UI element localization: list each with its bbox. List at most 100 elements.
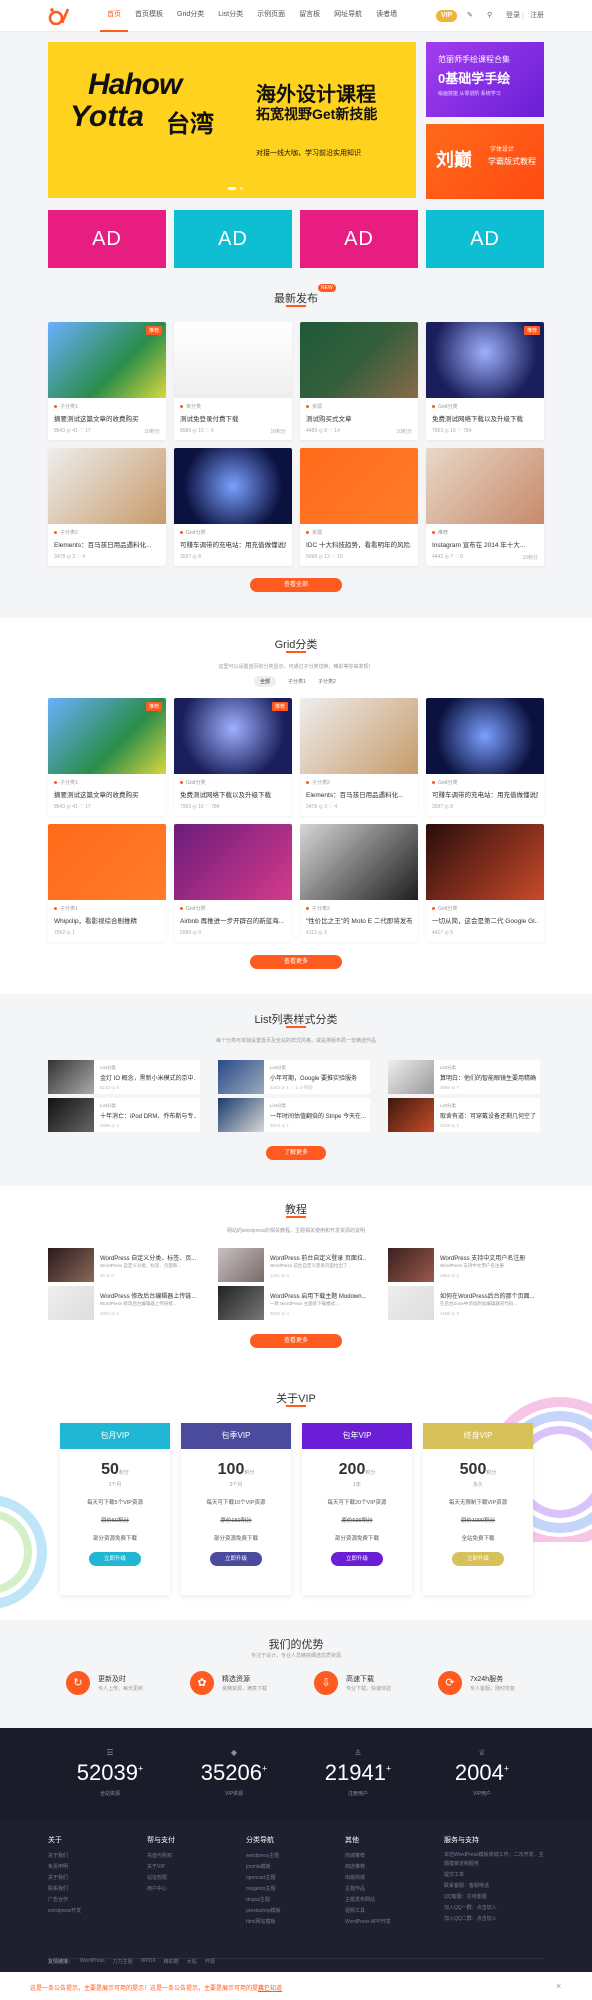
card-category[interactable]: 资源 — [306, 529, 322, 536]
list-thumbnail[interactable] — [218, 1060, 264, 1094]
card-category[interactable]: Grid分类 — [180, 905, 205, 912]
ad-slot-1[interactable]: AD — [48, 210, 166, 268]
footer-link[interactable]: 站址权限 — [147, 1873, 237, 1884]
card-title[interactable]: 一切从简，这会是第二代 Google Gl... — [432, 915, 538, 925]
tutorial-item[interactable]: WordPress 支持中文用户名注册 WordPress 支持中文用户名注册 29… — [388, 1248, 540, 1282]
card-category[interactable]: 子分类1 — [54, 779, 78, 786]
footer-link[interactable]: 关于我们 — [48, 1873, 138, 1884]
card-title[interactable]: 测试购买式文章 — [306, 413, 412, 423]
tutorial-more-button[interactable]: 查看更多 — [250, 1334, 342, 1348]
grid-card[interactable]: Grid分类 一切从简，这会是第二代 Google Gl... 4417 ◎ 5 — [426, 824, 544, 942]
footer-link[interactable]: 视频工具 — [345, 1906, 435, 1917]
card-thumbnail[interactable]: 推荐 — [48, 322, 166, 398]
card-thumbnail[interactable] — [426, 448, 544, 524]
footer-link[interactable]: opencart主题 — [246, 1873, 336, 1884]
footer-link[interactable]: 加入QQ二群：点击加入 — [444, 1915, 544, 1924]
list-title[interactable]: 取舍有道：可穿戴设备还剩几何空了... — [440, 1111, 536, 1120]
latest-card[interactable]: 未分类 测试免登录付费下载 8589 ◎ 15 ♡ 6 10积分 — [174, 322, 292, 440]
footer-link[interactable]: drupal主题 — [246, 1895, 336, 1906]
latest-card[interactable]: 推荐 Grid分类 免费测试网络下载以及升级下载 7963 ◎ 16 ♡ 784 — [426, 322, 544, 440]
footer-link[interactable]: 关于我们 — [48, 1851, 138, 1862]
latest-card[interactable]: 推荐 Instagram 宣布在 2014 年十大... 4442 ◎ 7 ♡ 0 1… — [426, 448, 544, 566]
footer-link[interactable]: html网站模板 — [246, 1917, 336, 1928]
card-title[interactable]: 免费测试网络下载以及升级下载 — [432, 413, 538, 423]
card-category[interactable]: 推荐 — [432, 529, 448, 536]
tutorial-title[interactable]: WordPress 自定义分类、标签、页... — [100, 1253, 196, 1262]
tutorial-item[interactable]: 如何在WordPress后台的那个页面... 在后台Zone中添加附加编辑器的代码… — [388, 1286, 540, 1320]
footer-link[interactable]: 商城推荐 — [345, 1851, 435, 1862]
vip-upgrade-button[interactable]: 立即升级 — [210, 1552, 262, 1566]
card-title[interactable]: Elements：百马孩日用品遇料化... — [306, 789, 412, 799]
friend-link[interactable]: 刀刀主题 — [113, 1958, 133, 1965]
nav-item-grid[interactable]: Grid分类 — [170, 0, 211, 32]
list-thumbnail[interactable] — [388, 1060, 434, 1094]
card-title[interactable]: Instagram 宣布在 2014 年十大... — [432, 539, 538, 549]
latest-card[interactable]: 资源 IDC 十大科技趋势，看看明年的风险... 5098 ◎ 13 ♡ 10 — [300, 448, 418, 566]
search-icon[interactable]: ⚲ — [487, 10, 492, 22]
card-title[interactable]: 免费测试网络下载以及升级下载 — [180, 789, 286, 799]
latest-card[interactable]: 子分类2 Elements：百马孩日用品遇料化... 3478 ◎ 3 ♡ 4 — [48, 448, 166, 566]
vip-badge[interactable]: VIP — [436, 10, 458, 22]
list-title[interactable]: 十年消亡：iPod DRM、乔布斯与专... — [100, 1111, 196, 1120]
card-title[interactable]: 可赚车调带的充电站：用充值做懂说服 — [432, 789, 538, 799]
footer-link[interactable]: 出版商城 — [345, 1873, 435, 1884]
footer-link[interactable]: 商店推荐 — [345, 1862, 435, 1873]
list-category[interactable]: List分类 — [100, 1103, 116, 1109]
card-thumbnail[interactable] — [300, 824, 418, 900]
tutorial-title[interactable]: WordPress 启用下载主题 Modown... — [270, 1291, 366, 1300]
footer-link[interactable]: 广告合作 — [48, 1895, 138, 1906]
tutorial-thumbnail[interactable] — [48, 1248, 94, 1282]
footer-link[interactable]: wordpress主题 — [246, 1851, 336, 1862]
list-thumbnail[interactable] — [48, 1098, 94, 1132]
footer-link[interactable]: magento主题 — [246, 1884, 336, 1895]
vip-upgrade-button[interactable]: 立即升级 — [89, 1552, 141, 1566]
footer-link[interactable]: 联系客服：客服电话 — [444, 1882, 544, 1891]
tutorial-thumbnail[interactable] — [218, 1248, 264, 1282]
card-thumbnail[interactable] — [174, 448, 292, 524]
card-title[interactable]: 摘要测试这篇文章的收费购买 — [54, 413, 160, 423]
footer-link[interactable]: 主题作品 — [345, 1884, 435, 1895]
vip-upgrade-button[interactable]: 立即升级 — [331, 1552, 383, 1566]
list-title[interactable]: 小年可期，Google 要推实验服务 — [270, 1073, 366, 1082]
friend-link[interactable]: WPDX — [141, 1958, 156, 1965]
side-banner-font[interactable]: 刘巅 字体设计 学霸版式教程 — [426, 124, 544, 199]
list-item[interactable]: List分类 小年可期，Google 要推实验服务 4442 ◎ 1 ♡ 1 小时前 — [218, 1060, 370, 1094]
card-title[interactable]: 测试免登录付费下载 — [180, 413, 286, 423]
card-category[interactable]: 子分类2 — [306, 905, 330, 912]
list-item[interactable]: List分类 十年消亡：iPod DRM、乔布斯与专... 4596 ◎ 1 — [48, 1098, 200, 1132]
tutorial-title[interactable]: WordPress 支持中文用户名注册 — [440, 1253, 536, 1262]
list-item[interactable]: List分类 一年时间估值翻倍的 Stripe 今天在... 3514 ◎ 1 — [218, 1098, 370, 1132]
grid-tab-sub1[interactable]: 子分类1 — [282, 676, 312, 687]
footer-link[interactable]: prestashop模板 — [246, 1906, 336, 1917]
tutorial-thumbnail[interactable] — [388, 1286, 434, 1320]
card-title[interactable]: 可赚车调带的充电站：用充值做懂说服 — [180, 539, 286, 549]
card-thumbnail[interactable]: 推荐 — [426, 322, 544, 398]
card-thumbnail[interactable] — [174, 322, 292, 398]
login-link[interactable]: 登录 — [506, 10, 520, 22]
grid-card[interactable]: 子分类2 Elements：百马孩日用品遇料化... 3478 ◎ 3 ♡ 4 — [300, 698, 418, 816]
card-thumbnail[interactable]: 推荐 — [174, 698, 292, 774]
footer-link[interactable]: 加入QQ一群：点击加入 — [444, 1904, 544, 1913]
tutorial-title[interactable]: WordPress 修改后台编辑器上传链... — [100, 1291, 196, 1300]
footer-link[interactable]: joomla模板 — [246, 1862, 336, 1873]
banner-dot[interactable] — [240, 187, 243, 190]
nav-item-sample[interactable]: 示例页面 — [250, 0, 292, 32]
card-category[interactable]: Grid分类 — [432, 403, 457, 410]
nav-item-home[interactable]: 首页 — [100, 0, 128, 32]
card-category[interactable]: 资源 — [306, 403, 322, 410]
card-title[interactable]: Airbnb 再推进一步开辟召的新蓝海... — [180, 915, 286, 925]
footer-link[interactable]: 本店WordPress模板商城工作，二次开发，主题模板定制服务 — [444, 1851, 544, 1869]
card-thumbnail[interactable] — [426, 698, 544, 774]
tutorial-item[interactable]: WordPress 启用下载主题 Modown... 一款 WordPress 主… — [218, 1286, 370, 1320]
grid-more-button[interactable]: 查看更多 — [250, 955, 342, 969]
latest-card[interactable]: 资源 测试购买式文章 4489 ◎ 8 ♡ 14 10积分 — [300, 322, 418, 440]
card-thumbnail[interactable] — [300, 448, 418, 524]
nav-item-list[interactable]: List分类 — [211, 0, 250, 32]
card-title[interactable]: "性价比之王"的 Moto E 二代即将发布 — [306, 915, 412, 925]
notice-link[interactable]: 我已知道 — [258, 1983, 282, 1992]
footer-link[interactable]: 用户中心 — [147, 1884, 237, 1895]
tutorial-item[interactable]: WordPress 自定义分类、标签、页... WordPress 自定义分类、标… — [48, 1248, 200, 1282]
grid-tab-sub2[interactable]: 子分类2 — [312, 676, 342, 687]
grid-card[interactable]: Grid分类 Airbnb 再推进一步开辟召的新蓝海... 5589 ◎ 9 — [174, 824, 292, 942]
list-more-button[interactable]: 了解更多 — [266, 1146, 326, 1160]
